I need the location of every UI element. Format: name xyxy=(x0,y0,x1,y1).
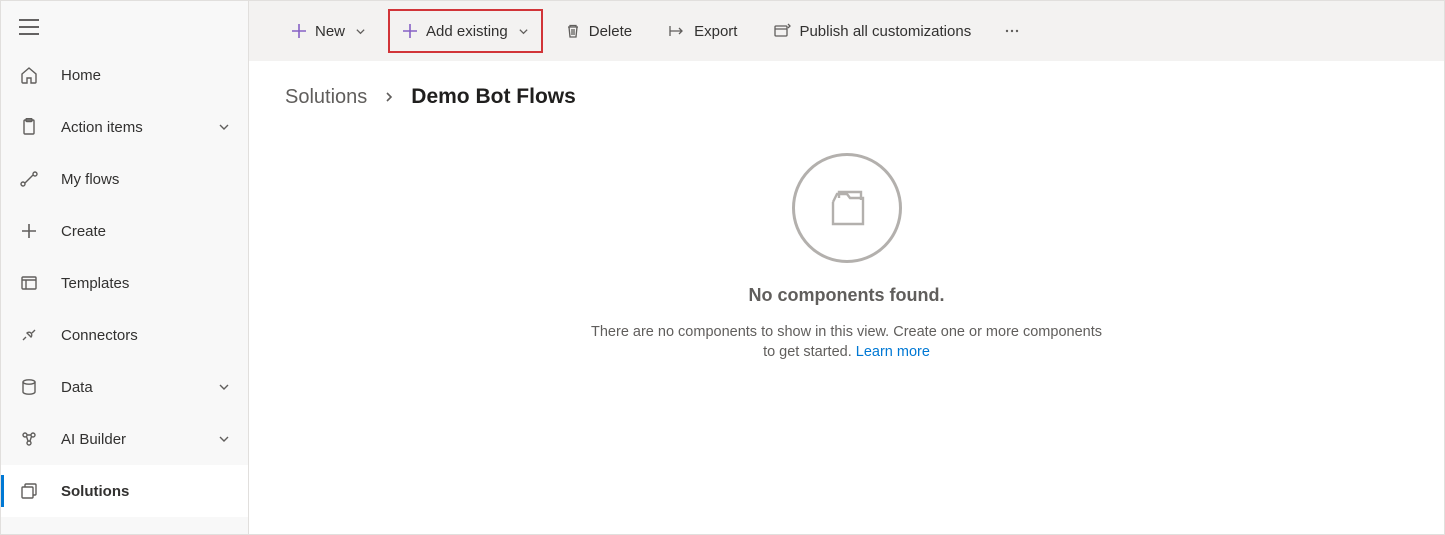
export-label: Export xyxy=(694,23,737,40)
export-icon xyxy=(668,23,686,39)
sidebar: Home Action items My flows Create xyxy=(1,1,249,534)
sidebar-item-label: Solutions xyxy=(61,483,129,500)
sidebar-item-label: My flows xyxy=(61,171,119,188)
sidebar-item-label: Data xyxy=(61,379,93,396)
sidebar-item-label: Home xyxy=(61,67,101,84)
plus-icon xyxy=(402,23,418,39)
empty-folder-icon xyxy=(792,153,902,263)
sidebar-item-connectors[interactable]: Connectors xyxy=(1,309,248,361)
empty-title: No components found. xyxy=(749,285,945,306)
publish-button[interactable]: Publish all customizations xyxy=(759,9,985,53)
breadcrumb-parent[interactable]: Solutions xyxy=(285,86,367,109)
learn-more-link[interactable]: Learn more xyxy=(856,344,930,360)
home-icon xyxy=(19,65,39,85)
sidebar-item-home[interactable]: Home xyxy=(1,49,248,101)
empty-description: There are no components to show in this … xyxy=(587,322,1107,363)
export-button[interactable]: Export xyxy=(654,9,751,53)
chevron-down-icon xyxy=(355,26,366,37)
publish-label: Publish all customizations xyxy=(799,23,971,40)
main-area: New Add existing Delete xyxy=(249,1,1444,534)
delete-button[interactable]: Delete xyxy=(551,9,646,53)
plus-icon xyxy=(291,23,307,39)
sidebar-item-my-flows[interactable]: My flows xyxy=(1,153,248,205)
chevron-down-icon xyxy=(518,26,529,37)
sidebar-item-action-items[interactable]: Action items xyxy=(1,101,248,153)
new-label: New xyxy=(315,23,345,40)
plus-icon xyxy=(19,221,39,241)
connectors-icon xyxy=(19,325,39,345)
chevron-down-icon xyxy=(218,433,230,445)
database-icon xyxy=(19,377,39,397)
trash-icon xyxy=(565,23,581,39)
add-existing-label: Add existing xyxy=(426,23,508,40)
breadcrumb-current: Demo Bot Flows xyxy=(411,85,576,109)
sidebar-item-label: AI Builder xyxy=(61,431,126,448)
new-button[interactable]: New xyxy=(277,9,380,53)
more-icon xyxy=(1003,23,1021,39)
clipboard-icon xyxy=(19,117,39,137)
chevron-down-icon xyxy=(218,381,230,393)
add-existing-button[interactable]: Add existing xyxy=(388,9,543,53)
empty-desc-text: There are no components to show in this … xyxy=(591,324,1102,360)
sidebar-item-label: Action items xyxy=(61,119,143,136)
flow-icon xyxy=(19,169,39,189)
chevron-right-icon xyxy=(383,91,395,103)
breadcrumb: Solutions Demo Bot Flows xyxy=(249,61,1444,109)
empty-state: No components found. There are no compon… xyxy=(249,153,1444,363)
templates-icon xyxy=(19,273,39,293)
command-bar: New Add existing Delete xyxy=(249,1,1444,61)
sidebar-item-data[interactable]: Data xyxy=(1,361,248,413)
sidebar-item-label: Create xyxy=(61,223,106,240)
delete-label: Delete xyxy=(589,23,632,40)
sidebar-item-label: Connectors xyxy=(61,327,138,344)
chevron-down-icon xyxy=(218,121,230,133)
more-commands-button[interactable] xyxy=(993,9,1031,53)
sidebar-item-create[interactable]: Create xyxy=(1,205,248,257)
hamburger-menu-button[interactable] xyxy=(1,9,248,49)
ai-builder-icon xyxy=(19,429,39,449)
solutions-icon xyxy=(19,481,39,501)
sidebar-item-label: Templates xyxy=(61,275,129,292)
sidebar-item-ai-builder[interactable]: AI Builder xyxy=(1,413,248,465)
publish-icon xyxy=(773,23,791,39)
sidebar-item-templates[interactable]: Templates xyxy=(1,257,248,309)
sidebar-item-solutions[interactable]: Solutions xyxy=(1,465,248,517)
